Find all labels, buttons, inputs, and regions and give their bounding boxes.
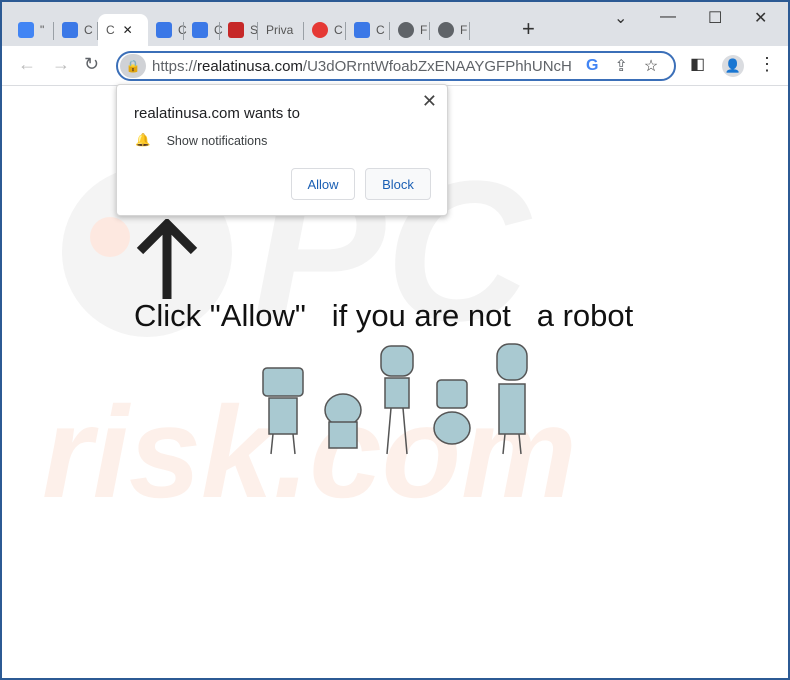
- tab[interactable]: F: [430, 14, 470, 46]
- robots-illustration: [262, 343, 528, 455]
- tab-title: C: [376, 23, 385, 37]
- side-panel-icon[interactable]: ◧: [690, 54, 705, 74]
- tab[interactable]: Priva: [258, 14, 304, 46]
- tab[interactable]: ": [10, 14, 54, 46]
- menu-icon[interactable]: ⋮: [758, 54, 776, 75]
- bell-icon: 🔔: [135, 133, 151, 147]
- back-button[interactable]: ←: [18, 54, 36, 75]
- notification-permission-popup: ✕ realatinusa.com wants to 🔔 Show notific…: [116, 84, 448, 216]
- reload-button[interactable]: ↻: [84, 54, 99, 75]
- tab-separator: [469, 22, 470, 40]
- forward-button[interactable]: →: [52, 54, 70, 75]
- url-text[interactable]: https://realatinusa.com/U3dORrntWfoabZxE…: [152, 58, 572, 75]
- tab-search-icon[interactable]: ⌄: [614, 8, 627, 28]
- url-path: /U3dORrntWfoabZxENAAYGFPhhUNcHpGr: [302, 57, 572, 75]
- globe-icon: [438, 22, 454, 38]
- maximize-button[interactable]: ☐: [708, 8, 722, 28]
- headline: Click "Allow" if you are not a robot: [134, 298, 634, 333]
- tab-title: Priva: [266, 23, 294, 37]
- google-lens-icon[interactable]: G: [586, 57, 598, 75]
- tab-strip: ⌄ — ☐ ✕ + "CC✕CCSPrivaCCFF: [2, 2, 788, 46]
- recaptcha-icon: [62, 22, 78, 38]
- browser-window: ⌄ — ☐ ✕ + "CC✕CCSPrivaCCFF ← → ↻ 🔒 https…: [2, 2, 788, 678]
- profile-avatar-icon[interactable]: 👤: [722, 55, 744, 77]
- new-tab-button[interactable]: +: [522, 16, 535, 42]
- tab-title: C: [106, 23, 115, 37]
- s-logo-icon: [228, 22, 244, 38]
- bookmark-star-icon[interactable]: ☆: [644, 56, 658, 76]
- red-circle-icon: [312, 22, 328, 38]
- url-scheme: https://: [152, 57, 198, 75]
- recaptcha-icon: [192, 22, 208, 38]
- tab[interactable]: C: [346, 14, 390, 46]
- address-bar[interactable]: 🔒 https://realatinusa.com/U3dORrntWfoabZ…: [116, 51, 676, 81]
- recaptcha-icon: [156, 22, 172, 38]
- tab[interactable]: C: [54, 14, 98, 46]
- google-icon: [18, 22, 34, 38]
- tab-title: F: [460, 23, 468, 37]
- tab-title: C: [84, 23, 93, 37]
- tab[interactable]: C: [148, 14, 187, 46]
- tab-title: F: [420, 23, 428, 37]
- allow-button[interactable]: Allow: [291, 168, 355, 200]
- popup-title: realatinusa.com wants to: [134, 105, 300, 122]
- tab[interactable]: C ✕: [98, 14, 148, 46]
- lock-icon[interactable]: 🔒: [120, 54, 146, 78]
- permission-label: Show notifications: [166, 133, 268, 148]
- close-tab-icon[interactable]: ✕: [123, 23, 133, 37]
- tab-title: C: [334, 23, 343, 37]
- close-window-button[interactable]: ✕: [754, 8, 767, 28]
- up-arrow-icon: [136, 219, 198, 299]
- toolbar: ← → ↻ 🔒 https://realatinusa.com/U3dORrnt…: [2, 46, 788, 86]
- tab[interactable]: F: [390, 14, 430, 46]
- recaptcha-icon: [354, 22, 370, 38]
- close-popup-button[interactable]: ✕: [422, 91, 437, 112]
- tab[interactable]: C: [184, 14, 223, 46]
- url-domain: realatinusa.com: [197, 57, 303, 75]
- minimize-button[interactable]: —: [660, 8, 676, 26]
- globe-icon: [398, 22, 414, 38]
- tab-title: ": [40, 23, 45, 37]
- share-icon[interactable]: ⇪: [614, 56, 627, 76]
- tab[interactable]: C: [304, 14, 346, 46]
- block-button[interactable]: Block: [365, 168, 431, 200]
- tab[interactable]: S: [220, 14, 258, 46]
